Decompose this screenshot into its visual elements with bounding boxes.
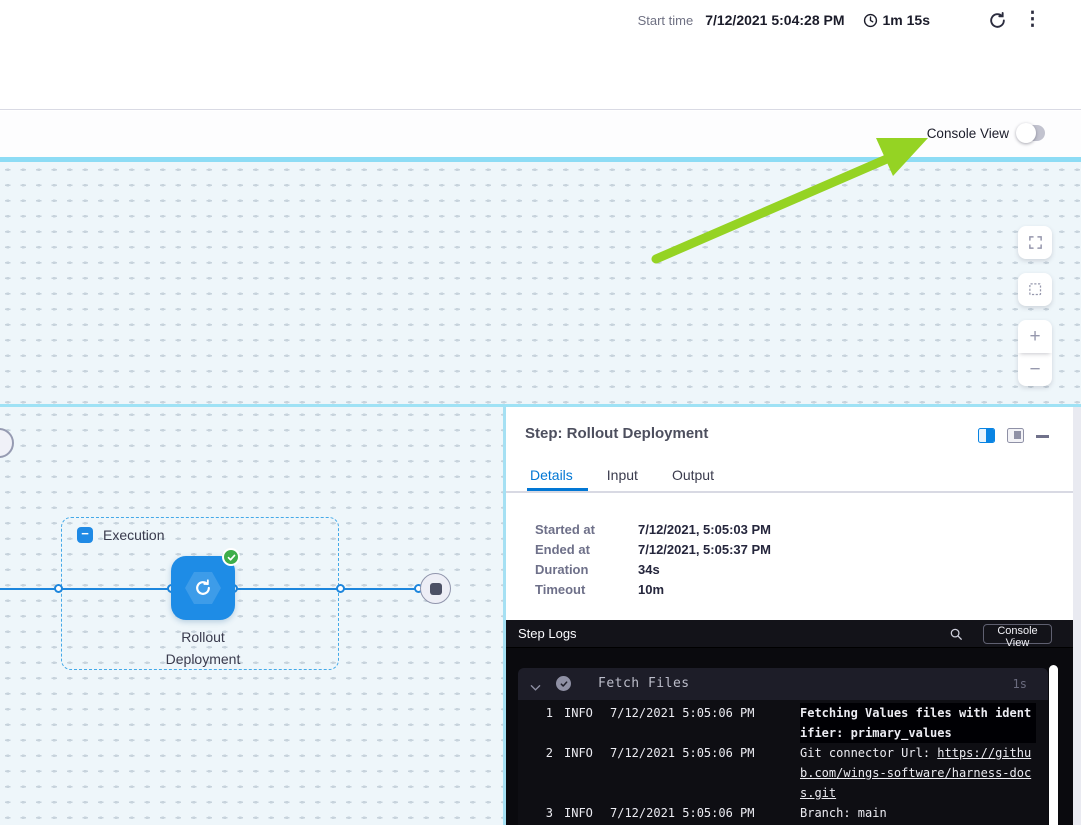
log-message: Branch: main bbox=[800, 803, 1036, 823]
zoom-out-button[interactable]: − bbox=[1018, 353, 1052, 386]
connector-dot bbox=[54, 584, 63, 593]
tab-output[interactable]: Output bbox=[672, 467, 714, 483]
log-line-number: 1 bbox=[545, 703, 553, 723]
detail-row-duration: Duration 34s bbox=[535, 560, 771, 580]
execution-group-label: Execution bbox=[103, 527, 164, 543]
start-node-partial bbox=[0, 428, 14, 458]
elapsed-text: 1m 15s bbox=[883, 12, 930, 28]
more-options-button[interactable]: ⋮ bbox=[1023, 10, 1042, 30]
detail-label: Ended at bbox=[535, 540, 638, 560]
fullscreen-icon bbox=[1028, 235, 1043, 250]
step-details-panel: Step: Rollout Deployment Details Input O… bbox=[506, 407, 1073, 825]
modal-view-icon[interactable] bbox=[1007, 428, 1024, 443]
log-line: 3 INFO 7/12/2021 5:05:06 PM Branch: main bbox=[518, 803, 1048, 823]
connector-dot bbox=[336, 584, 345, 593]
log-group: Fetch Files 1s 1 INFO 7/12/2021 5:05:06 … bbox=[518, 668, 1048, 825]
detail-value: 7/12/2021, 5:05:37 PM bbox=[638, 540, 771, 560]
node-hex-shape bbox=[185, 572, 221, 604]
tabs-border bbox=[506, 491, 1073, 493]
step-logs-header: Step Logs Console View bbox=[506, 620, 1073, 648]
detail-value: 34s bbox=[638, 560, 660, 580]
stop-icon bbox=[430, 583, 442, 595]
log-message: Fetching Values files with identifier: p… bbox=[800, 703, 1036, 743]
log-lines: 1 INFO 7/12/2021 5:05:06 PM Fetching Val… bbox=[518, 703, 1048, 823]
detail-value: 7/12/2021, 5:05:03 PM bbox=[638, 520, 771, 540]
stage-canvas[interactable]: + − bbox=[0, 162, 1081, 404]
detail-row-ended: Ended at 7/12/2021, 5:05:37 PM bbox=[535, 540, 771, 560]
log-timestamp: 7/12/2021 5:05:06 PM bbox=[610, 743, 756, 763]
execution-header: Start time 7/12/2021 5:04:28 PM 1m 15s ⋮ bbox=[0, 0, 1081, 110]
log-group-header[interactable]: Fetch Files 1s bbox=[518, 668, 1048, 700]
check-icon bbox=[227, 553, 236, 562]
log-timestamp: 7/12/2021 5:05:06 PM bbox=[610, 703, 756, 723]
log-level: INFO bbox=[564, 803, 597, 823]
marquee-select-icon bbox=[1028, 282, 1043, 297]
rollout-deployment-node[interactable] bbox=[171, 556, 235, 620]
log-line-number: 2 bbox=[545, 743, 553, 763]
refresh-icon bbox=[988, 11, 1007, 30]
zoom-in-button[interactable]: + bbox=[1018, 320, 1052, 353]
group-success-icon bbox=[556, 676, 571, 691]
log-group-name: Fetch Files bbox=[598, 676, 690, 691]
log-search-button[interactable] bbox=[949, 627, 963, 646]
panel-scroll-gutter[interactable] bbox=[1073, 407, 1081, 825]
console-view-label: Console View bbox=[927, 126, 1009, 141]
clock-icon bbox=[863, 13, 878, 28]
detail-value: 10m bbox=[638, 580, 664, 600]
zoom-controls: + − bbox=[1018, 320, 1052, 386]
kebab-icon: ⋮ bbox=[1023, 10, 1042, 30]
log-message-prefix: Git connector Url: bbox=[800, 746, 937, 760]
selection-button[interactable] bbox=[1018, 273, 1052, 306]
log-timestamp: 7/12/2021 5:05:06 PM bbox=[610, 803, 756, 823]
log-scrollbar[interactable] bbox=[1049, 665, 1058, 825]
stop-node[interactable] bbox=[420, 573, 451, 604]
panel-tabs: Details Input Output bbox=[530, 467, 748, 483]
search-icon bbox=[949, 627, 963, 641]
tab-input[interactable]: Input bbox=[607, 467, 638, 483]
execution-meta: Start time 7/12/2021 5:04:28 PM 1m 15s ⋮ bbox=[638, 10, 1042, 30]
detail-label: Timeout bbox=[535, 580, 638, 600]
rollout-refresh-icon bbox=[193, 578, 213, 598]
view-toolbar: Console View bbox=[0, 111, 1081, 157]
detail-label: Started at bbox=[535, 520, 638, 540]
details-table: Started at 7/12/2021, 5:05:03 PM Ended a… bbox=[535, 520, 771, 600]
start-time-label: Start time bbox=[638, 13, 694, 28]
minimize-button[interactable] bbox=[1036, 435, 1049, 438]
tab-details[interactable]: Details bbox=[530, 467, 573, 483]
step-logs-title: Step Logs bbox=[518, 626, 577, 641]
step-logs-section: Step Logs Console View Fetch Files 1s bbox=[506, 620, 1073, 825]
group-collapse-button[interactable]: − bbox=[77, 527, 93, 543]
detail-row-started: Started at 7/12/2021, 5:05:03 PM bbox=[535, 520, 771, 540]
start-time-value: 7/12/2021 5:04:28 PM bbox=[705, 12, 844, 28]
log-group-duration: 1s bbox=[1013, 677, 1027, 691]
console-view-toggle[interactable] bbox=[1018, 125, 1045, 141]
toggle-knob bbox=[1016, 123, 1036, 143]
log-line-number: 3 bbox=[545, 803, 553, 823]
success-badge bbox=[222, 548, 240, 566]
detail-label: Duration bbox=[535, 560, 638, 580]
log-level: INFO bbox=[564, 743, 597, 763]
elapsed-duration: 1m 15s bbox=[863, 12, 930, 28]
split-view-icon[interactable] bbox=[978, 428, 995, 443]
detail-row-timeout: Timeout 10m bbox=[535, 580, 771, 600]
panel-title: Step: Rollout Deployment bbox=[525, 425, 708, 442]
step-graph-canvas[interactable]: − Execution Rollout Deployment bbox=[0, 407, 503, 825]
log-message: Git connector Url: https://github.com/wi… bbox=[800, 743, 1036, 803]
log-level: INFO bbox=[564, 703, 597, 723]
chevron-down-icon bbox=[530, 679, 541, 697]
log-line: 1 INFO 7/12/2021 5:05:06 PM Fetching Val… bbox=[518, 703, 1048, 743]
log-line: 2 INFO 7/12/2021 5:05:06 PM Git connecto… bbox=[518, 743, 1048, 803]
logs-console-view-button[interactable]: Console View bbox=[983, 624, 1052, 644]
refresh-button[interactable] bbox=[988, 11, 1007, 30]
pipeline-execution-page: Start time 7/12/2021 5:04:28 PM 1m 15s ⋮… bbox=[0, 0, 1081, 825]
canvas-controls: + − bbox=[1018, 226, 1052, 386]
fullscreen-button[interactable] bbox=[1018, 226, 1052, 259]
node-label: Rollout Deployment bbox=[148, 626, 258, 670]
